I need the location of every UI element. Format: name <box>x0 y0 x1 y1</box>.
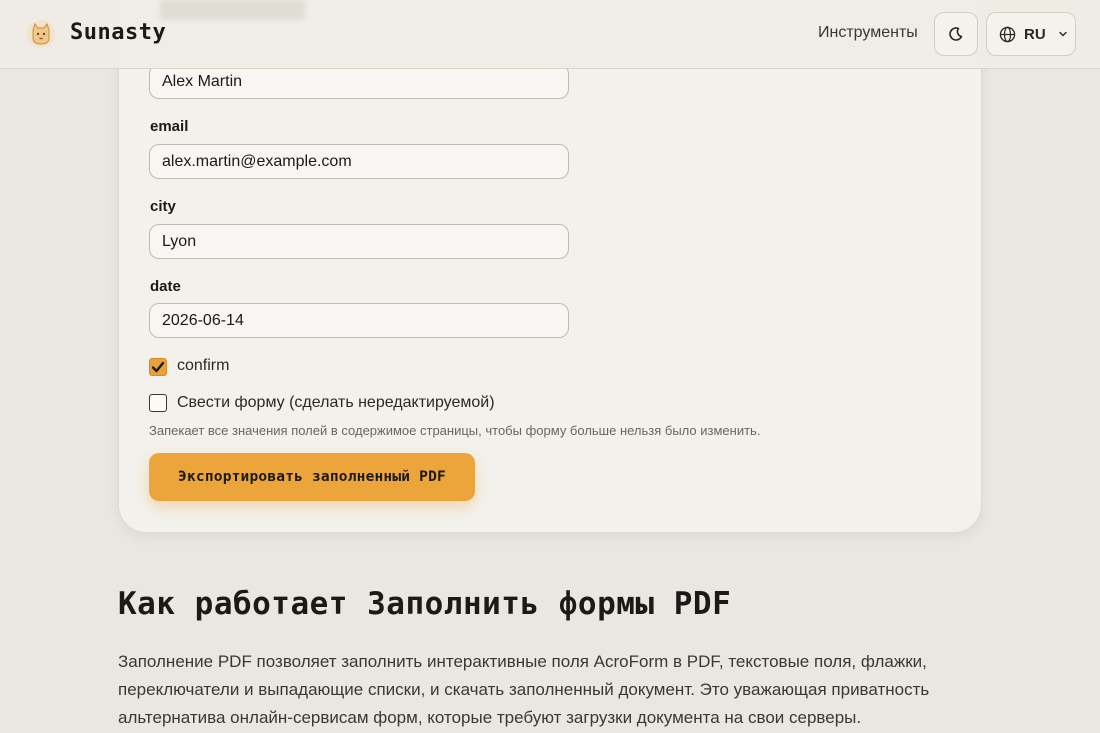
theme-toggle-button[interactable] <box>934 12 978 56</box>
email-input[interactable] <box>149 144 569 179</box>
name-input[interactable] <box>149 64 569 99</box>
scrolled-field-shadow <box>160 0 305 20</box>
flatten-label: Свести форму (сделать нередактируемой) <box>177 394 495 411</box>
email-label: email <box>150 118 189 135</box>
flatten-hint: Запекает все значения полей в содержимое… <box>149 423 761 438</box>
cat-logo-icon[interactable] <box>26 19 56 49</box>
confirm-label: confirm <box>177 357 230 374</box>
nav-tools-link[interactable]: Инструменты <box>818 24 918 42</box>
city-label: city <box>150 198 176 215</box>
language-selector[interactable]: RU <box>986 12 1076 56</box>
moon-icon <box>949 27 963 41</box>
globe-icon <box>999 26 1016 42</box>
section-body: Заполнение PDF позволяет заполнить интер… <box>118 652 930 727</box>
language-code: RU <box>1024 25 1046 43</box>
checkmark-icon <box>151 361 165 373</box>
confirm-checkbox[interactable] <box>149 358 167 376</box>
export-pdf-button[interactable]: Экспортировать заполненный PDF <box>149 453 475 501</box>
flatten-checkbox[interactable] <box>149 394 167 412</box>
section-title: Как работает Заполнить формы PDF <box>118 586 732 622</box>
city-input[interactable] <box>149 224 569 259</box>
date-label: date <box>150 278 181 295</box>
chevron-down-icon <box>1058 31 1067 37</box>
brand-name[interactable]: Sunasty <box>70 20 166 45</box>
date-input[interactable] <box>149 303 569 338</box>
